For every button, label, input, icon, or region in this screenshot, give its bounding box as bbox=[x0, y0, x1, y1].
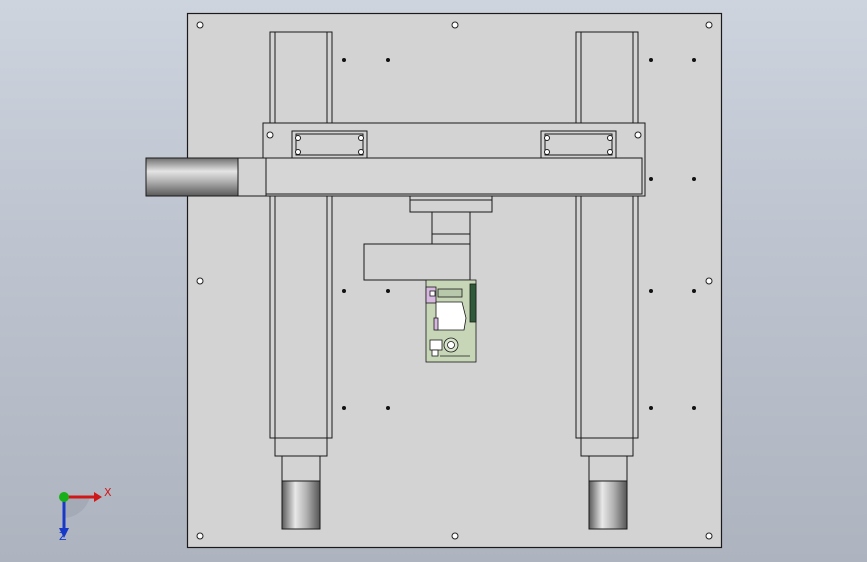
y-axis-dot bbox=[59, 492, 69, 502]
x-axis-label: X bbox=[104, 486, 112, 499]
right-bottom-cylinder[interactable] bbox=[588, 480, 628, 530]
cad-viewport[interactable]: X Z bbox=[0, 0, 867, 562]
left-side-cylinder[interactable] bbox=[145, 157, 239, 197]
cad-model-view[interactable] bbox=[0, 0, 867, 562]
left-rail[interactable] bbox=[269, 31, 333, 482]
right-beam-block[interactable] bbox=[540, 130, 617, 159]
right-rail[interactable] bbox=[575, 31, 639, 482]
z-axis-label: Z bbox=[59, 530, 67, 543]
gripper-assembly[interactable] bbox=[425, 279, 477, 363]
left-bottom-cylinder[interactable] bbox=[281, 480, 321, 530]
left-beam-block[interactable] bbox=[291, 130, 368, 159]
